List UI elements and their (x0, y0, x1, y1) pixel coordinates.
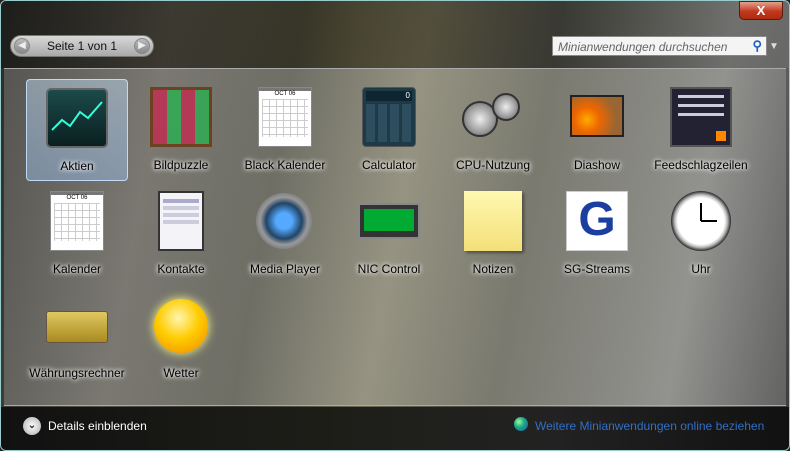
gadget-tile[interactable]: Bildpuzzle (130, 79, 232, 181)
slideshow-icon (566, 87, 628, 147)
gadget-tile[interactable]: OCT 06 Kalender (26, 183, 128, 285)
sticky-note-icon (462, 191, 524, 251)
gadget-tile[interactable]: NIC Control (338, 183, 440, 285)
sg-streams-icon: G (566, 191, 628, 251)
page-indicator: Seite 1 von 1 (46, 39, 118, 53)
contacts-icon (150, 191, 212, 251)
gadget-tile[interactable]: Diashow (546, 79, 648, 181)
close-button[interactable]: X (739, 1, 783, 20)
search-placeholder: Minianwendungen durchsuchen (558, 40, 728, 54)
search-input[interactable]: Minianwendungen durchsuchen ⚲ (552, 36, 767, 56)
picture-puzzle-icon (150, 87, 212, 147)
gadget-tile[interactable]: Wetter (130, 287, 232, 389)
stock-chart-icon (46, 88, 108, 148)
gadget-tile[interactable]: Notizen (442, 183, 544, 285)
gadget-tile[interactable]: Aktien (26, 79, 128, 181)
feed-headlines-icon (670, 87, 732, 147)
gadget-label: Wetter (163, 366, 199, 380)
search-dropdown-icon[interactable]: ▼ (769, 41, 779, 52)
weather-icon (150, 295, 212, 355)
cpu-meter-icon (462, 87, 524, 147)
search-icon[interactable]: ⚲ (752, 38, 762, 54)
page-navigator: ◀ Seite 1 von 1 ▶ (10, 35, 154, 57)
media-player-icon (254, 191, 316, 251)
calendar-icon: OCT 06 (46, 191, 108, 251)
clock-icon (670, 191, 732, 251)
gadget-label: Aktien (60, 159, 94, 173)
details-toggle[interactable]: Details einblenden (48, 419, 147, 433)
gadget-grid: Aktien Bildpuzzle OCT 06 Black Kalender 0 Cal… (4, 68, 786, 406)
gadget-tile[interactable]: Feedschlagzeilen (650, 79, 752, 181)
calendar-month: OCT 06 (51, 192, 103, 201)
gadget-tile[interactable]: CPU-Nutzung (442, 79, 544, 181)
gadget-gallery-window: X ◀ Seite 1 von 1 ▶ Minianwendungen durc… (0, 0, 790, 451)
nic-control-icon (358, 191, 420, 251)
chevron-down-icon[interactable]: ⌄ (23, 417, 41, 435)
black-calendar-icon: OCT 06 (254, 87, 316, 147)
gadget-tile[interactable]: OCT 06 Black Kalender (234, 79, 336, 181)
gadget-label: Uhr (691, 262, 711, 276)
gadget-tile[interactable]: 0 Calculator (338, 79, 440, 181)
globe-icon (514, 417, 528, 431)
gadget-tile[interactable]: Media Player (234, 183, 336, 285)
calendar-month: OCT 06 (259, 88, 311, 97)
chevron-right-icon[interactable]: ▶ (134, 38, 150, 54)
gadget-tile[interactable]: Uhr (650, 183, 752, 285)
gadget-label: Feedschlagzeilen (654, 158, 748, 172)
currency-icon (46, 295, 108, 355)
gadget-tile[interactable]: G SG-Streams (546, 183, 648, 285)
calculator-icon: 0 (358, 87, 420, 147)
get-more-gadgets-link[interactable]: Weitere Minianwendungen online beziehen (535, 419, 764, 433)
gadget-tile[interactable]: Währungsrechner (26, 287, 128, 389)
gadget-tile[interactable]: Kontakte (130, 183, 232, 285)
calculator-display: 0 (366, 91, 412, 101)
